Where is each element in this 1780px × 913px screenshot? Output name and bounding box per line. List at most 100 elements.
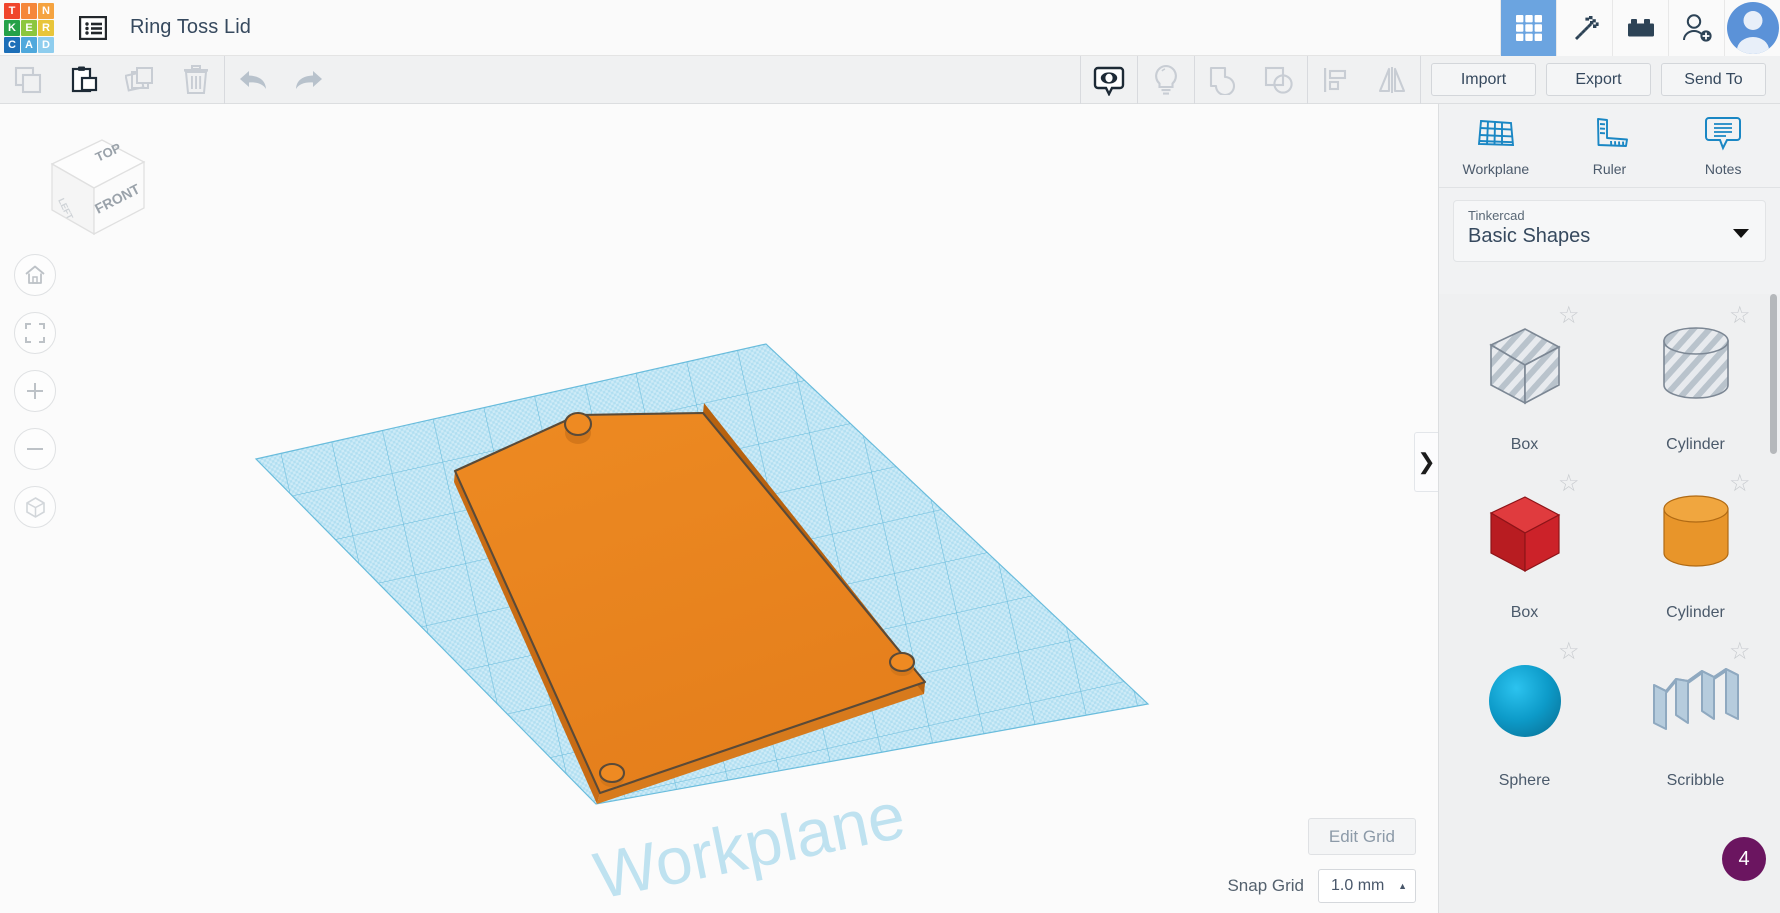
brick-icon[interactable]: [1612, 0, 1668, 56]
tinkercad-app: TINKERCAD Ring Toss Lid: [0, 0, 1780, 913]
ungroup-icon[interactable]: [1251, 56, 1307, 104]
hole-cylinder-icon: [1610, 294, 1780, 436]
snap-grid-value: 1.0 mm: [1331, 877, 1384, 895]
shape-item-label: Cylinder: [1666, 436, 1725, 454]
favorite-star-icon[interactable]: ☆: [1558, 306, 1580, 328]
page-title: Ring Toss Lid: [130, 16, 251, 39]
favorite-star-icon[interactable]: ☆: [1558, 474, 1580, 496]
library-selected-label: Basic Shapes: [1468, 225, 1751, 248]
shape-item-cylinder-3[interactable]: ☆ Cylinder: [1610, 462, 1780, 630]
notes-tool[interactable]: Notes: [1666, 104, 1780, 187]
shape-item-sphere-4[interactable]: ☆ Sphere: [1439, 630, 1610, 798]
add-person-icon[interactable]: [1668, 0, 1724, 56]
group-icon[interactable]: [1195, 56, 1251, 104]
delete-icon[interactable]: [168, 56, 224, 104]
library-category-label: Tinkercad: [1468, 208, 1751, 223]
chevron-up-icon: ▲: [1398, 881, 1407, 891]
workplane-canvas[interactable]: Workplane: [0, 104, 1438, 913]
panel-tools: Workplane Ruler: [1439, 104, 1780, 188]
logo-tile-n-2: N: [38, 3, 54, 19]
ruler-icon: [1589, 115, 1631, 156]
mirror-icon[interactable]: [1364, 56, 1420, 104]
redo-icon[interactable]: [281, 56, 337, 104]
shape-item-box-2[interactable]: ☆ Box: [1439, 462, 1610, 630]
shape-library-grid[interactable]: ☆ Box☆ Cylinder☆ Box☆ Cylinder☆ Sphere☆ …: [1439, 294, 1780, 913]
tinkercad-logo[interactable]: TINKERCAD: [2, 1, 56, 55]
workplane-tool-label: Workplane: [1463, 161, 1530, 177]
shape-grid-scrollbar[interactable]: [1770, 294, 1777, 913]
solid-cylinder-icon: [1610, 462, 1780, 604]
shape-item-box-0[interactable]: ☆ Box: [1439, 294, 1610, 462]
snap-grid-label: Snap Grid: [1227, 876, 1304, 896]
favorite-star-icon[interactable]: ☆: [1729, 306, 1751, 328]
view-cube[interactable]: TOP FRONT LEFT: [30, 122, 155, 252]
toolbar-action-buttons: Import Export Send To: [1421, 63, 1780, 96]
lid-hole-top: [565, 413, 591, 444]
snap-grid-select[interactable]: 1.0 mm ▲: [1318, 869, 1416, 903]
shape-item-label: Cylinder: [1666, 604, 1725, 622]
lightbulb-icon[interactable]: [1138, 56, 1194, 104]
zoom-in-button[interactable]: [14, 370, 56, 412]
grid-view-icon[interactable]: [1500, 0, 1556, 56]
lid-hole-bottom: [600, 764, 624, 787]
notification-badge[interactable]: 4: [1722, 837, 1766, 881]
notes-icon: [1703, 115, 1743, 156]
shape-item-cylinder-1[interactable]: ☆ Cylinder: [1610, 294, 1780, 462]
logo-tile-t-0: T: [4, 3, 20, 19]
ruler-tool[interactable]: Ruler: [1553, 104, 1667, 187]
favorite-star-icon[interactable]: ☆: [1729, 474, 1751, 496]
duplicate-icon[interactable]: [112, 56, 168, 104]
logo-tile-d-8: D: [38, 37, 54, 53]
import-button[interactable]: Import: [1431, 63, 1536, 96]
header-actions: [1500, 0, 1780, 56]
undo-icon[interactable]: [225, 56, 281, 104]
view-nav-buttons: [14, 254, 56, 544]
shape-item-label: Box: [1511, 604, 1539, 622]
fit-view-button[interactable]: [14, 312, 56, 354]
logo-tile-r-5: R: [38, 20, 54, 36]
shape-item-label: Sphere: [1499, 772, 1551, 790]
show-hide-icon[interactable]: [1081, 56, 1137, 104]
list-icon[interactable]: [76, 13, 110, 43]
shape-library-select[interactable]: Tinkercad Basic Shapes: [1453, 200, 1766, 262]
logo-tile-i-1: I: [21, 3, 37, 19]
scribble-icon: [1610, 630, 1780, 772]
top-bar: TINKERCAD Ring Toss Lid: [0, 0, 1780, 56]
workplane-watermark: Workplane: [588, 778, 911, 913]
solid-sphere-icon: [1439, 630, 1610, 772]
logo-tile-a-7: A: [21, 37, 37, 53]
paste-icon[interactable]: [56, 56, 112, 104]
shape-item-label: Box: [1511, 436, 1539, 454]
avatar[interactable]: [1724, 0, 1780, 56]
user-avatar-image: [1727, 2, 1779, 54]
send-to-button[interactable]: Send To: [1661, 63, 1766, 96]
right-panel: Workplane Ruler: [1438, 104, 1780, 913]
export-button[interactable]: Export: [1546, 63, 1651, 96]
shape-item-scribble-5[interactable]: ☆ Scribble: [1610, 630, 1780, 798]
three-d-scene[interactable]: Workplane: [0, 104, 1438, 913]
lid-hole-right: [890, 653, 914, 676]
collapse-panel-button[interactable]: ❯: [1414, 432, 1438, 492]
favorite-star-icon[interactable]: ☆: [1558, 642, 1580, 664]
favorite-star-icon[interactable]: ☆: [1729, 642, 1751, 664]
hole-box-icon: [1439, 294, 1610, 436]
zoom-out-button[interactable]: [14, 428, 56, 470]
notes-tool-label: Notes: [1705, 161, 1742, 177]
logo-tile-e-4: E: [21, 20, 37, 36]
workplane-tool[interactable]: Workplane: [1439, 104, 1553, 187]
workplane-icon: [1475, 115, 1517, 156]
grid-controls: Edit Grid Snap Grid 1.0 mm ▲: [1227, 818, 1416, 903]
copy-icon[interactable]: [0, 56, 56, 104]
logo-tile-c-6: C: [4, 37, 20, 53]
shape-item-label: Scribble: [1667, 772, 1725, 790]
home-view-button[interactable]: [14, 254, 56, 296]
align-icon[interactable]: [1308, 56, 1364, 104]
scrollbar-thumb[interactable]: [1770, 294, 1777, 454]
edit-grid-button[interactable]: Edit Grid: [1308, 818, 1416, 855]
ruler-tool-label: Ruler: [1593, 161, 1626, 177]
solid-box-icon: [1439, 462, 1610, 604]
pickaxe-icon[interactable]: [1556, 0, 1612, 56]
chevron-down-icon: [1733, 229, 1749, 238]
perspective-toggle-button[interactable]: [14, 486, 56, 528]
edit-toolbar: Import Export Send To: [0, 56, 1780, 104]
